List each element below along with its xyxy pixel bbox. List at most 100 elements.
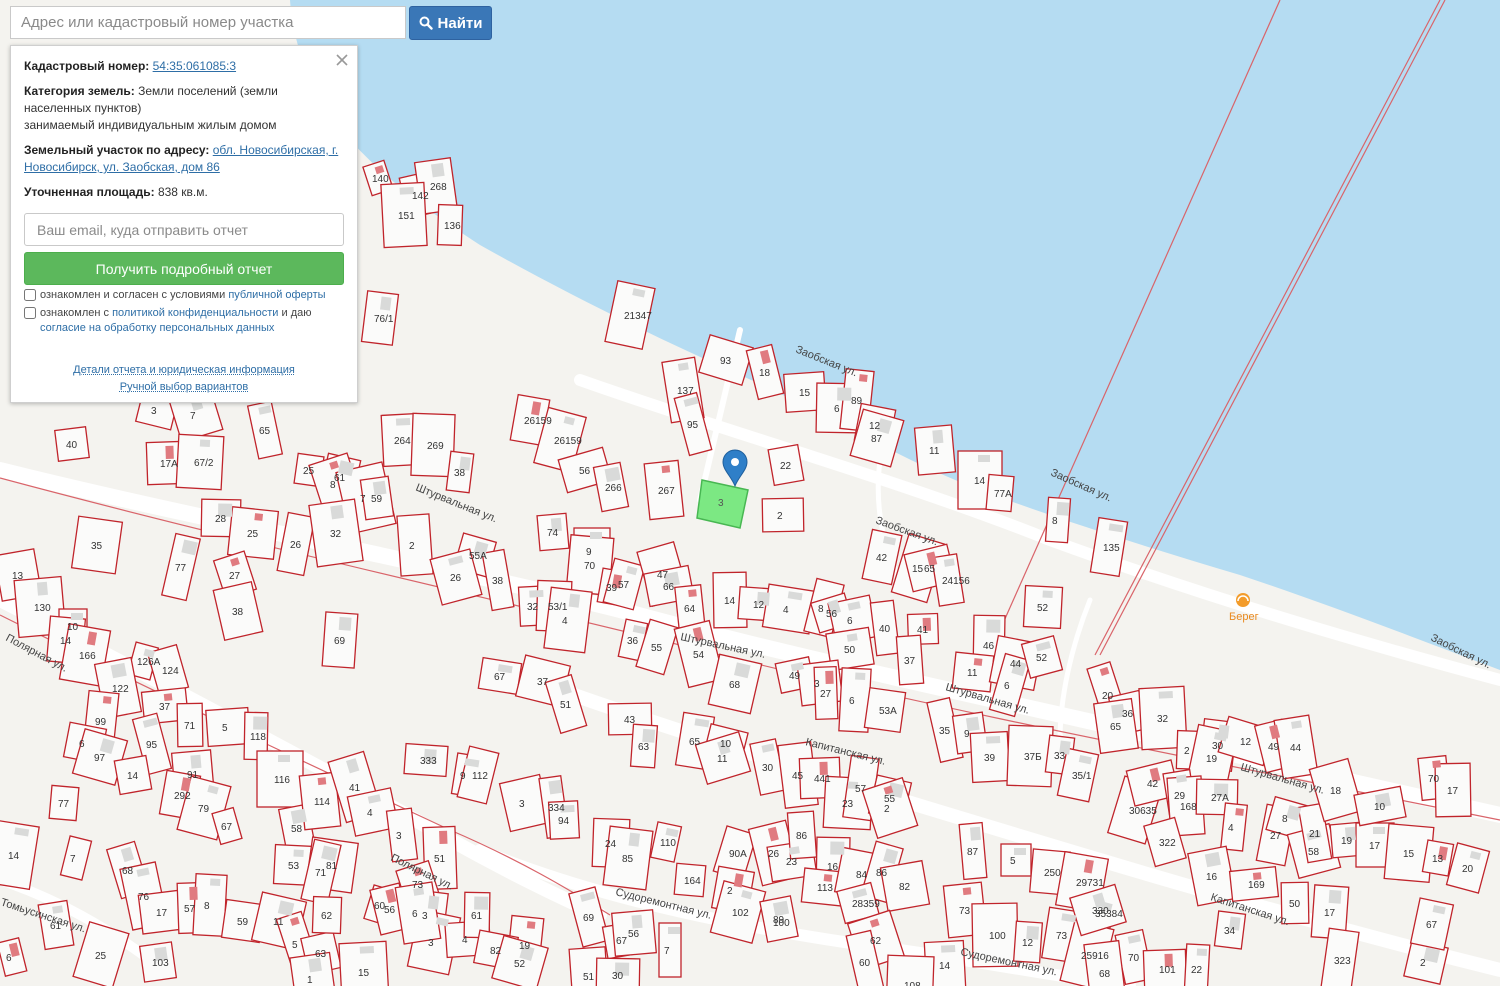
land-parcel[interactable] bbox=[396, 513, 434, 577]
parcel-number-label: 51 bbox=[434, 854, 446, 865]
parcel-number-label: 114 bbox=[314, 797, 330, 808]
parcel-number-label: 2 bbox=[777, 511, 783, 522]
parcel-number-label: 38 bbox=[492, 576, 504, 587]
email-field[interactable] bbox=[24, 213, 344, 246]
parcel-number-label: 44 bbox=[1010, 659, 1022, 670]
building bbox=[380, 296, 392, 311]
parcel-number-label: 15 bbox=[358, 968, 370, 979]
parcel-number-label: 68 bbox=[729, 680, 741, 691]
parcel-number-label: 77А bbox=[994, 489, 1012, 500]
building bbox=[590, 532, 602, 539]
parcel-number-label: 2 bbox=[1184, 746, 1190, 757]
building bbox=[978, 455, 990, 462]
parcel-number-label: 63 bbox=[638, 742, 650, 753]
parcel-number-label: 65 bbox=[924, 564, 936, 575]
parcel-number-label: 6 bbox=[412, 909, 418, 920]
parcel-number-label: 14 bbox=[8, 851, 20, 862]
building bbox=[985, 735, 1001, 744]
building bbox=[317, 777, 327, 786]
parcel-number-label: 21 bbox=[1309, 829, 1321, 840]
parcel-number-label: 56 bbox=[628, 929, 640, 940]
parcel-number-label: 16 bbox=[1206, 872, 1218, 883]
parcel-number-label: 269 bbox=[427, 441, 444, 452]
parcel-number-label: 36 bbox=[627, 636, 639, 647]
building bbox=[71, 613, 83, 620]
beach-poi-label: Берег bbox=[1229, 611, 1259, 623]
parcel-number-label: 8 bbox=[818, 604, 824, 615]
building bbox=[940, 944, 956, 953]
parcel-number-label: 140 bbox=[372, 174, 389, 185]
parcel-number-label: 266 bbox=[605, 483, 622, 494]
parcel-number-label: 26 bbox=[450, 573, 462, 584]
building bbox=[1328, 889, 1342, 904]
parcel-number-label: 151 bbox=[398, 211, 415, 222]
parcel-number-label: 4 bbox=[367, 808, 373, 819]
parcel-number-label: 70 bbox=[1128, 953, 1140, 964]
parcel-number-label: 94 bbox=[558, 816, 570, 827]
land-parcel[interactable] bbox=[205, 706, 251, 748]
privacy-checkbox[interactable] bbox=[24, 307, 36, 319]
parcel-number-label: 8 bbox=[1282, 814, 1288, 825]
parcel-number-label: 89 bbox=[851, 396, 863, 407]
parcel-number-label: 166 bbox=[79, 651, 96, 662]
parcel-number-label: 54 bbox=[693, 650, 705, 661]
search-button[interactable]: Найти bbox=[409, 6, 492, 40]
building bbox=[338, 616, 352, 631]
parcel-number-label: 17 bbox=[156, 908, 168, 919]
public-offer-link[interactable]: публичной оферты bbox=[228, 289, 325, 301]
offer-checkbox[interactable] bbox=[24, 289, 36, 301]
parcel-number-label: 10 bbox=[67, 622, 79, 633]
parcel-number-label: 9 bbox=[586, 547, 592, 558]
parcel-number-label: 13 bbox=[1432, 854, 1444, 865]
land-parcel[interactable] bbox=[192, 873, 228, 937]
parcel-number-label: 91 bbox=[187, 770, 199, 781]
parcel-number-label: 51 bbox=[583, 972, 595, 983]
search-button-label: Найти bbox=[437, 14, 483, 32]
building bbox=[1014, 848, 1026, 855]
building bbox=[330, 504, 344, 520]
building bbox=[395, 417, 411, 426]
search-input[interactable] bbox=[10, 6, 406, 39]
parcel-number-label: 15 bbox=[912, 564, 924, 575]
manual-choice-link[interactable]: Ручной выбор вариантов bbox=[24, 379, 344, 396]
building bbox=[1204, 851, 1221, 868]
parcel-number-label: 30 bbox=[762, 763, 774, 774]
building bbox=[823, 874, 833, 882]
beach-poi-icon[interactable] bbox=[1236, 593, 1250, 607]
parcel-number-label: 102 bbox=[732, 908, 749, 919]
parcel-number-label: 23 bbox=[786, 857, 798, 868]
parcel-number-label: 118 bbox=[250, 732, 266, 743]
parcel-number-label: 56 bbox=[384, 905, 396, 916]
parcel-number-label: 28 bbox=[215, 514, 227, 525]
parcel-number-label: 74 bbox=[547, 528, 559, 539]
close-icon[interactable] bbox=[333, 51, 351, 69]
parcel-number-label: 4 bbox=[562, 616, 568, 627]
land-parcel[interactable] bbox=[761, 497, 805, 533]
parcel-number-label: 26159 bbox=[554, 436, 582, 447]
parcel-number-label: 22 bbox=[780, 461, 792, 472]
personal-data-consent-link[interactable]: согласие на обработку персональных данны… bbox=[40, 322, 274, 334]
building bbox=[772, 900, 790, 917]
parcel-number-label: 36 bbox=[1122, 709, 1134, 720]
parcel-number-label: 69 bbox=[583, 913, 595, 924]
parcel-number-label: 45 bbox=[792, 771, 804, 782]
parcel-number-label: 56 bbox=[579, 466, 591, 477]
building bbox=[278, 755, 290, 762]
privacy-policy-link[interactable]: политикой конфиденциальности bbox=[112, 307, 278, 319]
parcel-number-label: 23 bbox=[842, 799, 854, 810]
parcel-number-label: 10 bbox=[720, 739, 732, 750]
cadastral-number-link[interactable]: 54:35:061085:3 bbox=[153, 59, 236, 73]
parcel-number-label: 12 bbox=[1022, 938, 1034, 949]
parcel-number-label: 6 bbox=[849, 696, 855, 707]
parcel-number-label: 39 bbox=[606, 583, 618, 594]
building bbox=[1056, 501, 1070, 516]
land-parcel[interactable] bbox=[385, 807, 419, 863]
parcel-number-label: 6 bbox=[847, 616, 853, 627]
parcel-number-label: 55А bbox=[469, 551, 487, 562]
land-parcel[interactable] bbox=[543, 586, 593, 654]
parcel-number-label: 90А bbox=[729, 849, 747, 860]
parcel-number-label: 27 bbox=[229, 571, 241, 582]
get-report-button[interactable]: Получить подробный отчет bbox=[24, 252, 344, 285]
building bbox=[427, 895, 440, 910]
report-details-link[interactable]: Детали отчета и юридическая информация bbox=[24, 362, 344, 379]
